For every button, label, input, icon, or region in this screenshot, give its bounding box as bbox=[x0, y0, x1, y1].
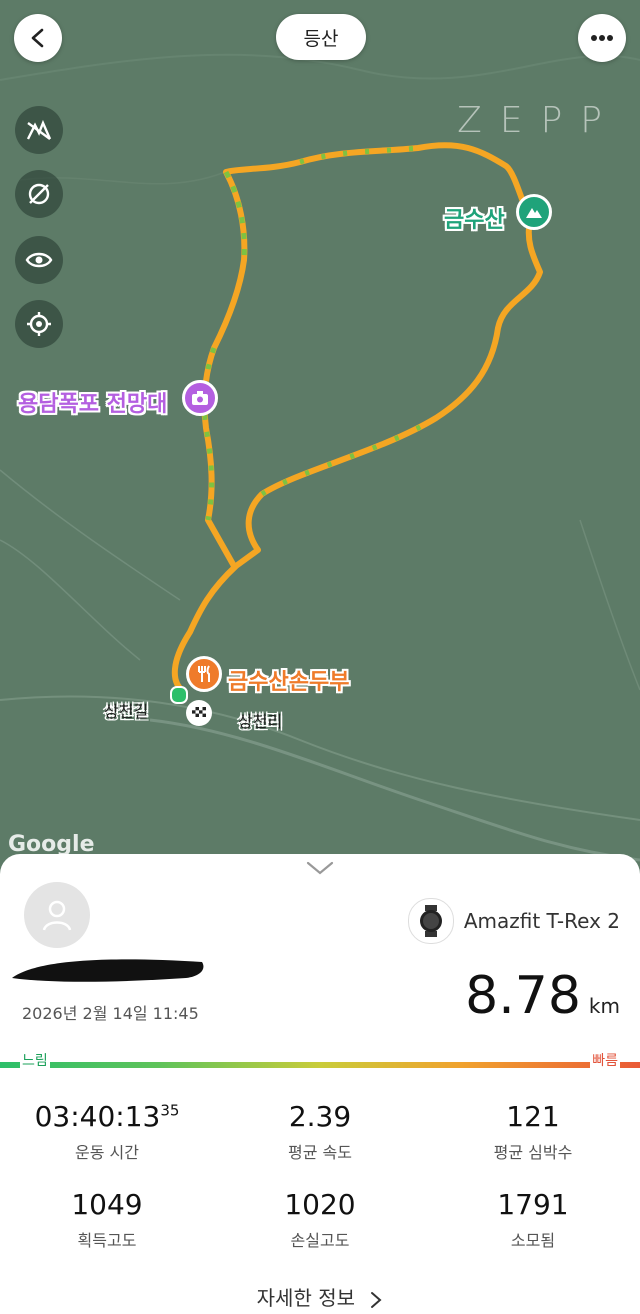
stat-label: 획득고도 bbox=[77, 1231, 137, 1250]
stat-label: 손실고도 bbox=[290, 1231, 350, 1250]
hide-markers-toggle[interactable] bbox=[15, 170, 63, 218]
more-button[interactable] bbox=[578, 14, 626, 62]
stat-value: 1049 bbox=[71, 1188, 143, 1221]
restaurant-marker[interactable] bbox=[186, 656, 222, 692]
total-distance: 8.78 km bbox=[465, 966, 620, 1026]
viewpoint-label: 용담폭포 전망대 bbox=[18, 392, 168, 417]
back-button[interactable] bbox=[14, 14, 62, 62]
watch-icon bbox=[407, 898, 454, 944]
pace-gradient-bar bbox=[0, 1062, 640, 1068]
more-icon bbox=[591, 35, 613, 41]
stat-value: 121 bbox=[506, 1100, 560, 1133]
user-icon bbox=[42, 900, 72, 931]
finish-marker bbox=[186, 700, 212, 726]
collapse-chevron-icon[interactable] bbox=[306, 860, 334, 876]
stat-value: 03:40:13 bbox=[34, 1100, 161, 1133]
view-toggle[interactable] bbox=[15, 236, 63, 284]
finish-flag-icon bbox=[192, 707, 206, 717]
details-link[interactable]: 자세한 정보 bbox=[0, 1282, 640, 1311]
pace-slow-label: 느림 bbox=[20, 1050, 50, 1070]
start-point bbox=[170, 686, 188, 704]
eye-icon bbox=[25, 252, 53, 268]
map-view[interactable]: 등산 ZEPP 금수산 용담폭포 전망대 금수산손두부 상천길 상천리 Goog… bbox=[0, 0, 640, 880]
device-name: Amazfit T-Rex 2 bbox=[463, 909, 620, 933]
locate-button[interactable] bbox=[15, 300, 63, 348]
avatar[interactable] bbox=[24, 882, 90, 948]
stat-label: 운동 시간 bbox=[75, 1143, 139, 1162]
stat-value: 2.39 bbox=[288, 1100, 352, 1133]
stat-duration: 03:40:1335 운동 시간 bbox=[0, 1100, 214, 1163]
mountain-icon bbox=[526, 208, 542, 218]
distance-unit: km bbox=[588, 994, 620, 1018]
activity-type-title: 등산 bbox=[276, 14, 366, 60]
summary-sheet[interactable]: 2026년 2월 14일 11:45 Amazfit T-Rex 2 8.78 … bbox=[0, 854, 640, 1314]
stat-calories: 1791 소모됨 bbox=[426, 1188, 640, 1251]
device-info: Amazfit T-Rex 2 bbox=[407, 898, 620, 944]
elevation-toggle[interactable] bbox=[15, 106, 63, 154]
summit-marker[interactable] bbox=[516, 194, 552, 230]
stat-value: 1020 bbox=[284, 1188, 356, 1221]
stat-label: 평균 심박수 bbox=[493, 1143, 573, 1162]
restaurant-label: 금수산손두부 bbox=[228, 670, 350, 695]
road-label: 상천길 bbox=[104, 702, 149, 721]
stat-avg-heart-rate: 121 평균 심박수 bbox=[426, 1100, 640, 1163]
zepp-logo: ZEPP bbox=[457, 100, 620, 141]
stat-label: 평균 속도 bbox=[288, 1143, 352, 1162]
stat-descent: 1020 손실고도 bbox=[213, 1188, 427, 1251]
stat-value: 1791 bbox=[497, 1188, 569, 1221]
stat-label: 소모됨 bbox=[510, 1231, 556, 1250]
details-link-label: 자세한 정보 bbox=[256, 1286, 355, 1310]
distance-value: 8.78 bbox=[465, 966, 581, 1026]
chevron-right-icon bbox=[371, 1291, 382, 1308]
village-label: 상천리 bbox=[238, 712, 283, 731]
viewpoint-marker[interactable] bbox=[182, 380, 218, 416]
back-arrow-icon bbox=[31, 28, 44, 48]
elevation-icon bbox=[26, 119, 52, 140]
stat-avg-speed: 2.39 평균 속도 bbox=[213, 1100, 427, 1163]
summit-label: 금수산 bbox=[444, 208, 505, 233]
fork-knife-icon bbox=[198, 665, 210, 682]
locate-icon bbox=[27, 312, 51, 336]
camera-icon bbox=[192, 391, 208, 405]
activity-datetime: 2026년 2월 14일 11:45 bbox=[22, 1004, 199, 1023]
pace-fast-label: 빠름 bbox=[590, 1050, 620, 1070]
stat-ascent: 1049 획득고도 bbox=[0, 1188, 214, 1251]
hide-icon bbox=[28, 183, 50, 205]
redacted-username bbox=[12, 959, 204, 982]
stat-value-fraction: 35 bbox=[160, 1101, 180, 1120]
